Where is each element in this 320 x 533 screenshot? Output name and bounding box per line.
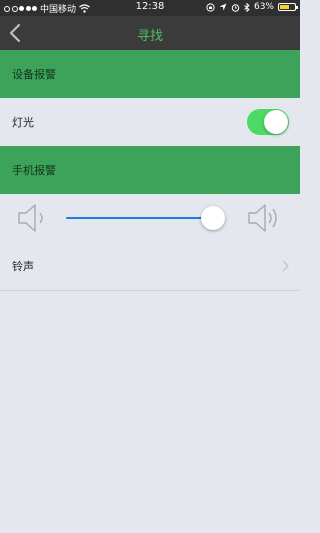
volume-high-icon[interactable] <box>246 202 282 234</box>
toggle-knob <box>264 110 288 134</box>
volume-slider-row <box>0 194 300 243</box>
battery-fill <box>280 5 289 9</box>
battery-percent: 63% <box>253 2 274 12</box>
status-bar: 中国移动 12:38 63% <box>0 0 300 16</box>
light-row: 灯光 <box>0 98 300 146</box>
volume-low-icon[interactable] <box>16 202 52 234</box>
battery-icon <box>278 3 298 11</box>
status-right: 63% <box>206 2 298 12</box>
nav-bar: 寻找 <box>0 16 300 50</box>
location-icon <box>219 3 227 11</box>
section-device-alarm-label: 设备报警 <box>12 68 56 81</box>
chevron-right-icon <box>282 260 289 272</box>
ringtone-row[interactable]: 铃声 <box>0 242 300 291</box>
lock-rotation-icon <box>206 2 215 12</box>
section-device-alarm: 设备报警 <box>0 50 300 98</box>
light-label: 灯光 <box>12 116 34 129</box>
section-phone-alarm: 手机报警 <box>0 146 300 194</box>
ringtone-label: 铃声 <box>12 260 34 273</box>
alarm-icon <box>231 3 240 12</box>
bluetooth-icon <box>244 2 250 12</box>
page-title: 寻找 <box>136 29 163 44</box>
section-phone-alarm-label: 手机报警 <box>12 164 56 177</box>
volume-slider-thumb[interactable] <box>200 206 225 230</box>
light-toggle[interactable] <box>247 109 289 135</box>
